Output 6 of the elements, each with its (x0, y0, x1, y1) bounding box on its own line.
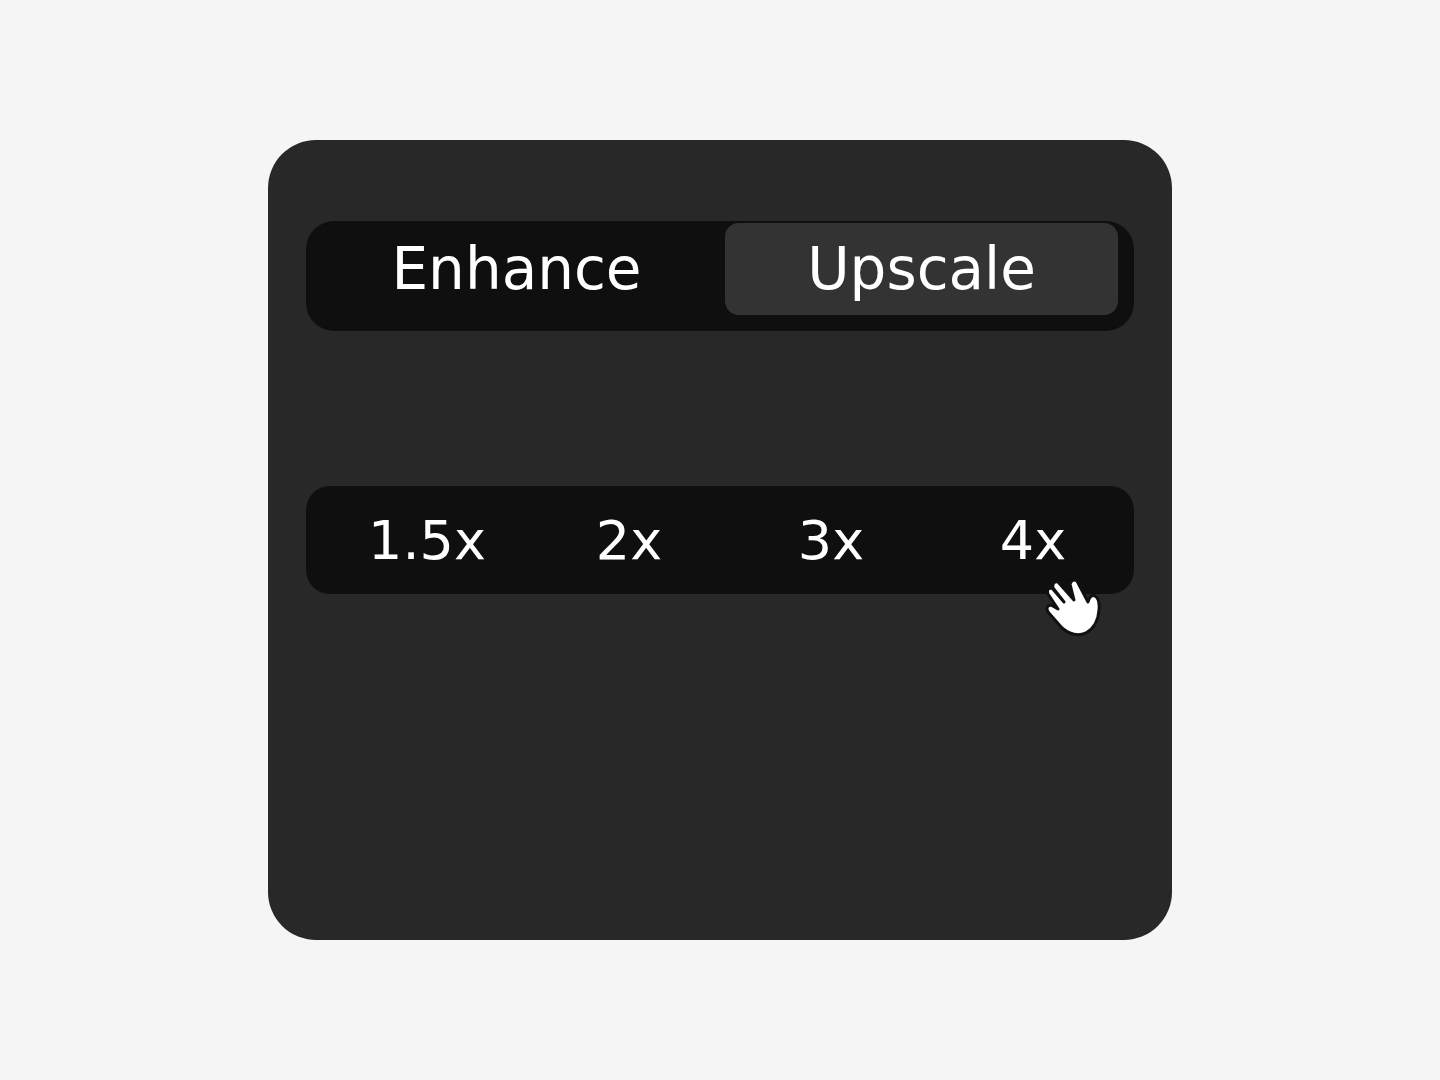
scale-option[interactable]: 1.5x (326, 486, 528, 594)
mode-tab[interactable]: Upscale (725, 223, 1118, 315)
mode-tab[interactable]: Enhance (308, 223, 725, 315)
scale-option[interactable]: 4x (932, 486, 1134, 594)
scale-option[interactable]: 2x (528, 486, 730, 594)
scale-option[interactable]: 3x (730, 486, 932, 594)
